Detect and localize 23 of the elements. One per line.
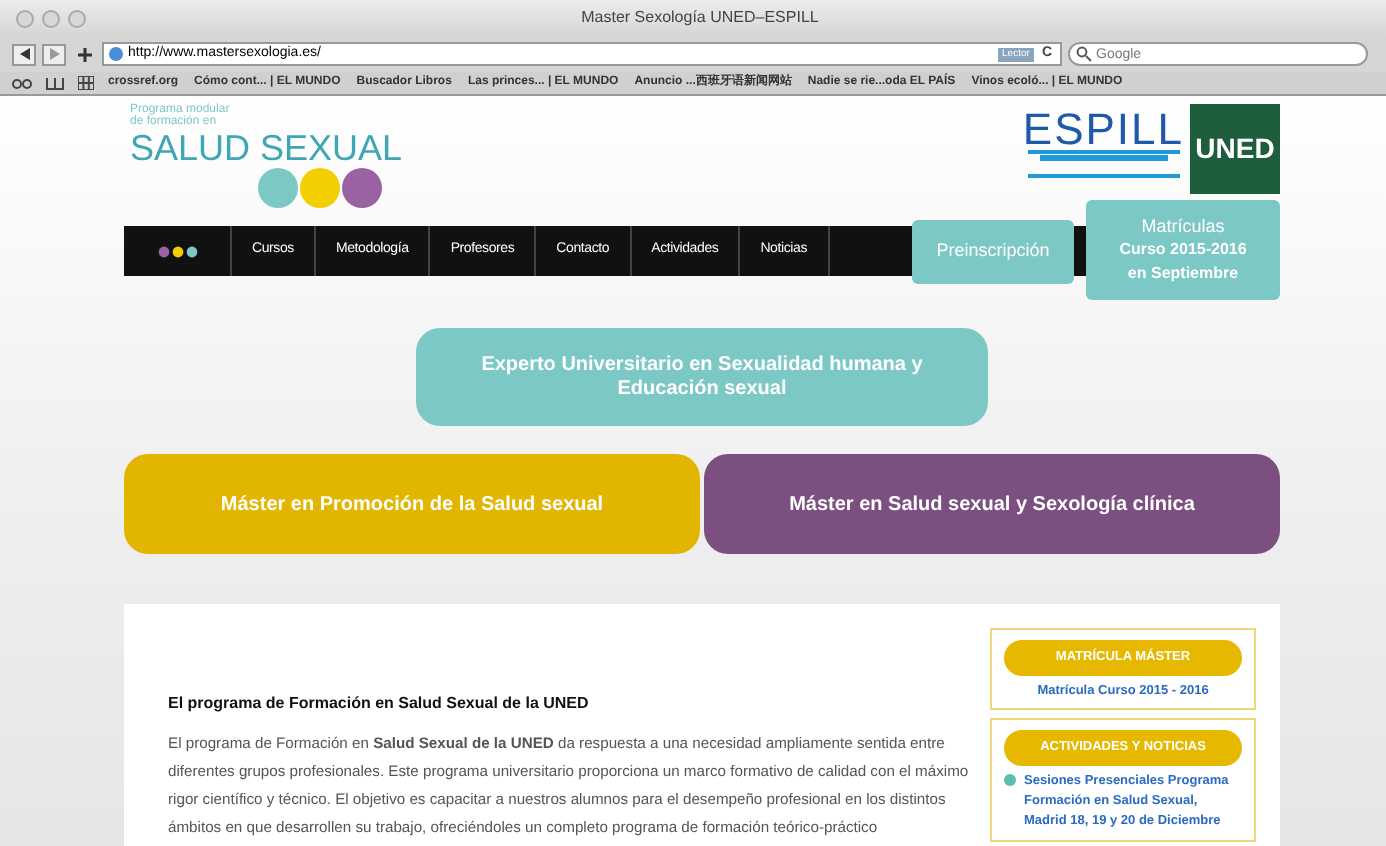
nav-bar-segment: [1074, 226, 1086, 276]
window-title: Master Sexología UNED–ESPILL: [579, 6, 821, 30]
book-icon[interactable]: [46, 76, 64, 90]
globe-icon: [108, 46, 124, 62]
enrollment-date: en Septiembre: [1127, 262, 1239, 286]
circles-logo-icon: [258, 166, 382, 210]
uned-logo: UNED: [1190, 104, 1280, 194]
espill-logo: ESPILL: [1022, 110, 1184, 150]
forward-icon: [49, 48, 59, 60]
enrollment-title: Matrículas: [1141, 214, 1225, 238]
plus-icon: [77, 47, 91, 61]
enrollment-course: Curso 2015-2016: [1119, 238, 1247, 262]
dots-icon: [157, 245, 197, 257]
search-icon: [1076, 46, 1092, 62]
article-heading: El programa de Formación en Salud Sexual de la UNED: [168, 692, 591, 716]
course-button[interactable]: Máster en Salud sexual y Sexología clínica: [704, 454, 1280, 554]
reading-list-icon[interactable]: [12, 77, 32, 89]
bullet-icon: [1004, 773, 1016, 785]
add-bookmark-button[interactable]: [72, 43, 96, 65]
back-icon: [19, 48, 29, 60]
back-button[interactable]: [12, 43, 36, 65]
grid-icon[interactable]: [78, 76, 94, 90]
logo-title: SALUD SEXUAL: [130, 130, 403, 166]
